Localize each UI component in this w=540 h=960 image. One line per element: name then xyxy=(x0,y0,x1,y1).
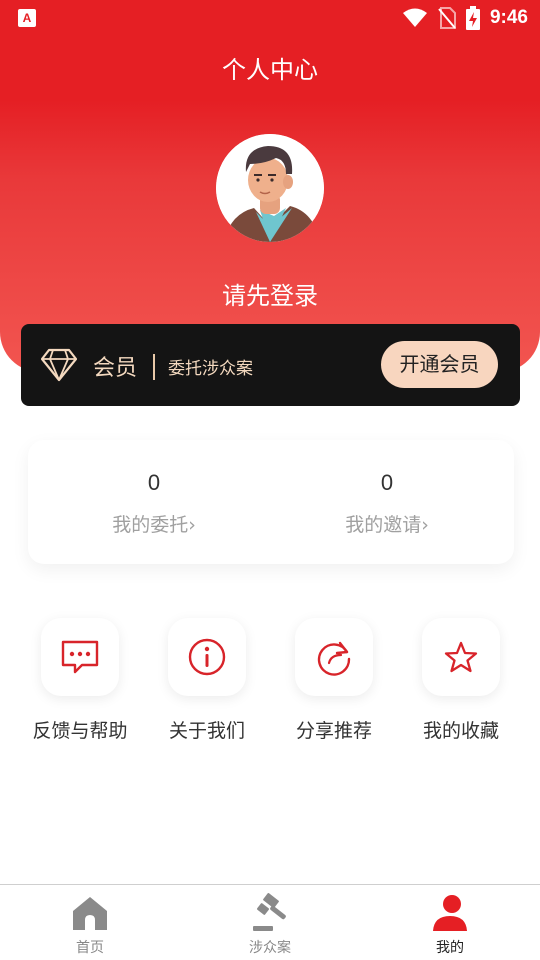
status-bar: A 9:46 xyxy=(0,0,540,36)
tab-home[interactable]: 首页 xyxy=(30,885,150,960)
status-icons: 9:46 xyxy=(402,5,528,31)
menu-icon-box xyxy=(295,618,373,696)
menu-label: 分享推荐 xyxy=(295,720,372,742)
avatar[interactable] xyxy=(216,134,324,242)
home-icon xyxy=(73,897,107,930)
no-sim-icon xyxy=(438,7,456,29)
menu-share-recommend[interactable]: 分享推荐 xyxy=(274,618,394,743)
menu-label: 关于我们 xyxy=(168,720,245,742)
menu-icon-box xyxy=(168,618,246,696)
menu-icon-box xyxy=(41,618,119,696)
stat-my-commissions[interactable]: 0 我的委托› xyxy=(54,470,254,537)
bottom-nav: 首页 涉众案 我的 xyxy=(0,884,540,960)
stat-value: 0 xyxy=(147,470,161,495)
tab-label: 首页 xyxy=(76,940,104,956)
tab-mine[interactable]: 我的 xyxy=(390,885,510,960)
menu-feedback-help[interactable]: 反馈与帮助 xyxy=(20,618,140,743)
share-refresh-icon xyxy=(317,641,351,676)
user-icon xyxy=(433,895,467,931)
menu-my-favorites[interactable]: 我的收藏 xyxy=(401,618,521,743)
gavel-icon xyxy=(253,893,286,931)
menu-label: 我的收藏 xyxy=(422,720,499,742)
wifi-icon xyxy=(402,8,427,27)
status-time: 9:46 xyxy=(489,7,528,28)
diamond-icon xyxy=(41,348,77,382)
app-notification-icon: A xyxy=(18,9,36,27)
stat-value: 0 xyxy=(380,470,394,495)
battery-charging-icon xyxy=(465,6,480,30)
menu-about-us[interactable]: 关于我们 xyxy=(147,618,267,743)
vip-title: 会员 xyxy=(93,356,138,381)
avatar-illustration xyxy=(216,134,324,242)
stats-card: 0 我的委托› 0 我的邀请› xyxy=(28,440,514,564)
vip-banner[interactable]: 会员 委托涉众案 开通会员 xyxy=(21,324,520,406)
open-vip-button[interactable]: 开通会员 xyxy=(381,341,498,388)
menu-icon-box xyxy=(422,618,500,696)
stat-my-invitations[interactable]: 0 我的邀请› xyxy=(287,470,487,537)
tab-cases[interactable]: 涉众案 xyxy=(210,885,330,960)
star-icon xyxy=(444,641,478,673)
vip-divider xyxy=(153,354,155,380)
stat-label: 我的邀请› xyxy=(345,514,429,536)
login-prompt[interactable]: 请先登录 xyxy=(0,276,540,311)
stat-label: 我的委托› xyxy=(112,514,196,536)
message-dots-icon xyxy=(61,640,99,674)
info-icon xyxy=(188,638,226,676)
vip-description: 委托涉众案 xyxy=(168,359,253,379)
tab-label: 我的 xyxy=(436,940,464,956)
page-title: 个人中心 xyxy=(222,56,318,84)
tab-label: 涉众案 xyxy=(249,940,291,956)
menu-label: 反馈与帮助 xyxy=(32,720,128,742)
